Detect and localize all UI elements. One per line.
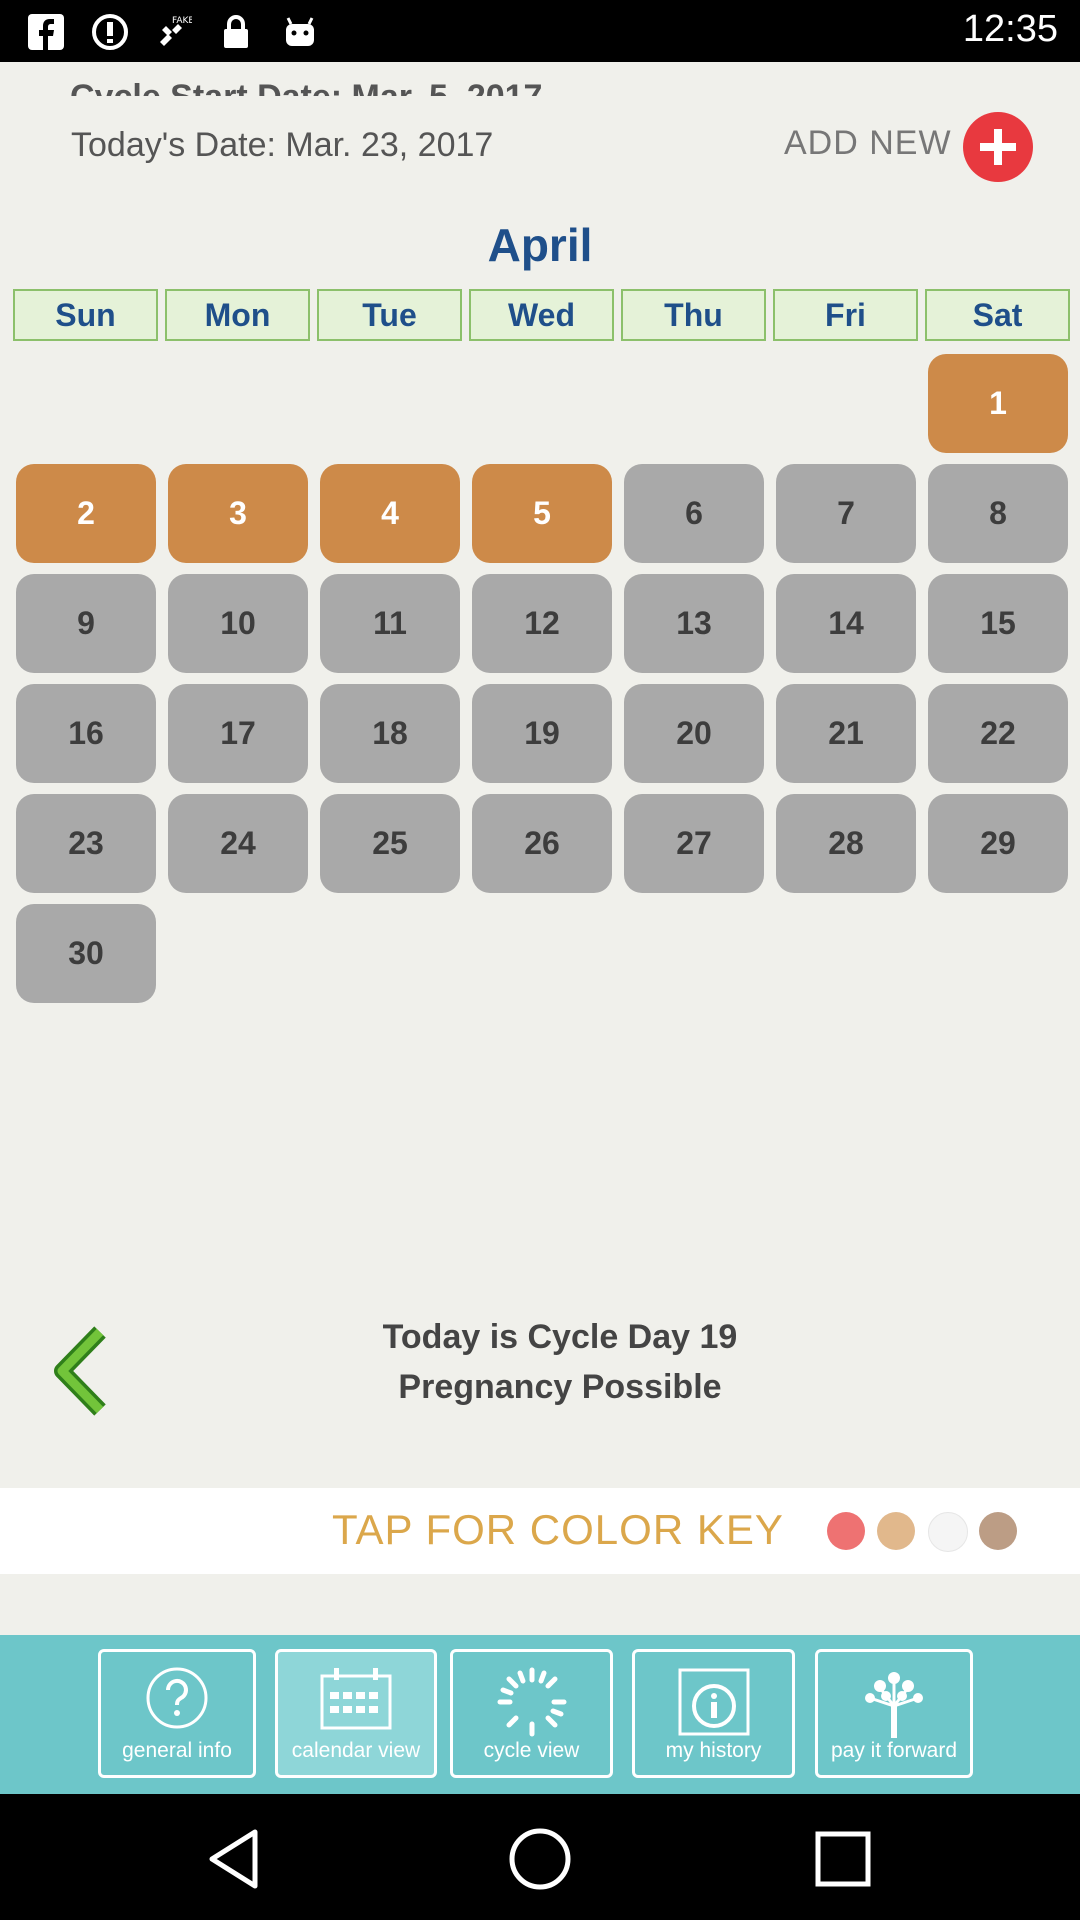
calendar-day-25[interactable]: 25	[320, 794, 460, 893]
svg-text:FAKE: FAKE	[172, 16, 192, 26]
navigation-bar	[0, 1794, 1080, 1920]
calendar-day-22[interactable]: 22	[928, 684, 1068, 783]
calendar-day-7[interactable]: 7	[776, 464, 916, 563]
calendar-day-10[interactable]: 10	[168, 574, 308, 673]
toolbar-label-cycle-view: cycle view	[483, 1739, 580, 1762]
plus-circle-icon[interactable]	[963, 112, 1033, 182]
question-icon	[146, 1667, 208, 1729]
calendar-day-20[interactable]: 20	[624, 684, 764, 783]
weekday-sat: Sat	[925, 289, 1070, 341]
color-key-bar[interactable]: TAP FOR COLOR KEY	[0, 1488, 1080, 1574]
calendar-day-27[interactable]: 27	[624, 794, 764, 893]
pregnancy-status-text: Pregnancy Possible	[398, 1368, 722, 1406]
calendar-day-15[interactable]: 15	[928, 574, 1068, 673]
general-info-button[interactable]: general info	[98, 1649, 256, 1778]
blocked-icon	[92, 14, 128, 50]
weekday-mon: Mon	[165, 289, 310, 341]
color-key-dot	[877, 1512, 915, 1550]
calendar-day-29[interactable]: 29	[928, 794, 1068, 893]
calendar-day-8[interactable]: 8	[928, 464, 1068, 563]
bottom-toolbar: general info calendar view cycle view my…	[0, 1635, 1080, 1794]
info-icon	[678, 1668, 749, 1736]
back-icon[interactable]	[200, 1824, 270, 1894]
calendar-day-26[interactable]: 26	[472, 794, 612, 893]
calendar-day-30[interactable]: 30	[16, 904, 156, 1003]
add-new-label[interactable]: ADD NEW	[784, 124, 952, 163]
color-key-dot	[827, 1512, 865, 1550]
home-icon[interactable]	[505, 1824, 575, 1894]
calendar-day-1[interactable]: 1	[928, 354, 1068, 453]
calendar-day-19[interactable]: 19	[472, 684, 612, 783]
todays-date: Today's Date: Mar. 23, 2017	[71, 126, 494, 164]
weekday-thu: Thu	[621, 289, 766, 341]
cycle-start-date: Cycle Start Date: Mar. 5, 2017	[70, 62, 670, 96]
calendar-day-12[interactable]: 12	[472, 574, 612, 673]
calendar-day-5[interactable]: 5	[472, 464, 612, 563]
calendar-day-2[interactable]: 2	[16, 464, 156, 563]
color-key-dot	[928, 1512, 968, 1552]
toolbar-label-my-history: my history	[665, 1739, 762, 1762]
calendar-day-16[interactable]: 16	[16, 684, 156, 783]
toolbar-label-general-info: general info	[122, 1739, 232, 1762]
android-icon	[286, 17, 314, 46]
calendar-view-button[interactable]: calendar view	[275, 1649, 437, 1778]
chevron-left-icon[interactable]	[48, 1326, 112, 1416]
calendar-day-14[interactable]: 14	[776, 574, 916, 673]
recents-icon[interactable]	[808, 1824, 878, 1894]
calendar-day-6[interactable]: 6	[624, 464, 764, 563]
weekday-sun: Sun	[13, 289, 158, 341]
lock-icon	[224, 15, 248, 48]
fake-gps-icon: FAKE	[160, 16, 192, 46]
weekday-wed: Wed	[469, 289, 614, 341]
calendar-day-18[interactable]: 18	[320, 684, 460, 783]
clock: 12:35	[962, 8, 1058, 50]
cycle-icon	[497, 1667, 566, 1737]
calendar-day-13[interactable]: 13	[624, 574, 764, 673]
color-key-label: TAP FOR COLOR KEY	[332, 1506, 784, 1553]
calendar-day-21[interactable]: 21	[776, 684, 916, 783]
weekday-tue: Tue	[317, 289, 462, 341]
cycle-view-button[interactable]: cycle view	[450, 1649, 613, 1778]
facebook-icon	[28, 14, 64, 50]
my-history-button[interactable]: my history	[632, 1649, 795, 1778]
color-key-dot	[979, 1512, 1017, 1550]
month-title: April	[487, 219, 593, 271]
toolbar-label-calendar-view: calendar view	[291, 1739, 421, 1762]
calendar-day-11[interactable]: 11	[320, 574, 460, 673]
status-bar: FAKE 12:35	[0, 0, 1080, 62]
cycle-day-text: Today is Cycle Day 19	[382, 1318, 738, 1356]
calendar-day-28[interactable]: 28	[776, 794, 916, 893]
calendar-day-17[interactable]: 17	[168, 684, 308, 783]
toolbar-label-pay-it-forward: pay it forward	[830, 1739, 958, 1762]
calendar-day-9[interactable]: 9	[16, 574, 156, 673]
calendar-icon	[320, 1668, 392, 1730]
tree-icon	[865, 1672, 923, 1738]
calendar-day-4[interactable]: 4	[320, 464, 460, 563]
calendar-day-3[interactable]: 3	[168, 464, 308, 563]
pay-it-forward-button[interactable]: pay it forward	[815, 1649, 973, 1778]
weekday-fri: Fri	[773, 289, 918, 341]
calendar-day-24[interactable]: 24	[168, 794, 308, 893]
calendar-day-23[interactable]: 23	[16, 794, 156, 893]
